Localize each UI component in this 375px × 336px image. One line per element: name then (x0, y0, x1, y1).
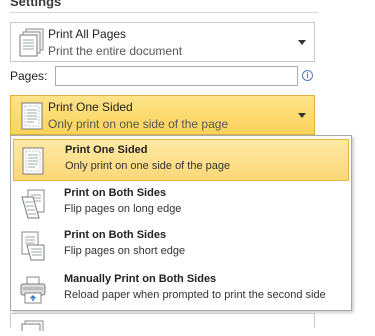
menu-item-both-sides-long-edge[interactable]: Print on Both Sides Flip pages on long e… (13, 183, 349, 225)
pages-stack-icon (19, 28, 47, 58)
next-setting-dropdown[interactable] (10, 313, 315, 336)
heading-divider (10, 12, 318, 13)
print-sides-title: Print One Sided (48, 100, 133, 114)
manual-duplex-printer-icon (19, 275, 47, 305)
menu-item-print-one-sided[interactable]: Print One Sided Only print on one side o… (13, 139, 349, 181)
print-range-dropdown[interactable]: Print All Pages Print the entire documen… (10, 22, 315, 62)
pages-input[interactable] (55, 66, 298, 86)
settings-heading: Settings (10, 0, 62, 9)
one-sided-page-icon (20, 146, 48, 176)
print-sides-dropdown[interactable]: Print One Sided Only print on one side o… (10, 95, 315, 135)
menu-item-subtitle: Flip pages on long edge (64, 203, 182, 215)
menu-item-title: Print One Sided (65, 144, 148, 156)
menu-item-title: Manually Print on Both Sides (64, 273, 217, 285)
menu-item-subtitle: Reload paper when prompted to print the … (64, 289, 326, 301)
print-sides-subtitle: Only print on one side of the page (48, 117, 229, 131)
print-range-title: Print All Pages (48, 27, 127, 41)
menu-item-subtitle: Only print on one side of the page (65, 160, 231, 172)
info-icon[interactable]: i (302, 70, 313, 81)
one-sided-page-icon (19, 101, 47, 131)
menu-item-title: Print on Both Sides (64, 229, 167, 241)
pages-label: Pages: (10, 69, 48, 83)
menu-item-both-sides-short-edge[interactable]: Print on Both Sides Flip pages on short … (13, 225, 349, 267)
chevron-down-icon (298, 113, 306, 118)
print-range-subtitle: Print the entire document (48, 44, 183, 58)
pages-stack-icon (19, 318, 47, 336)
flip-short-edge-icon (19, 231, 47, 261)
flip-long-edge-icon (19, 189, 47, 219)
print-sides-menu: Print One Sided Only print on one side o… (10, 135, 352, 311)
menu-item-title: Print on Both Sides (64, 187, 167, 199)
menu-item-manual-both-sides[interactable]: Manually Print on Both Sides Reload pape… (13, 269, 349, 311)
chevron-down-icon (298, 40, 306, 45)
menu-item-subtitle: Flip pages on short edge (64, 245, 186, 257)
